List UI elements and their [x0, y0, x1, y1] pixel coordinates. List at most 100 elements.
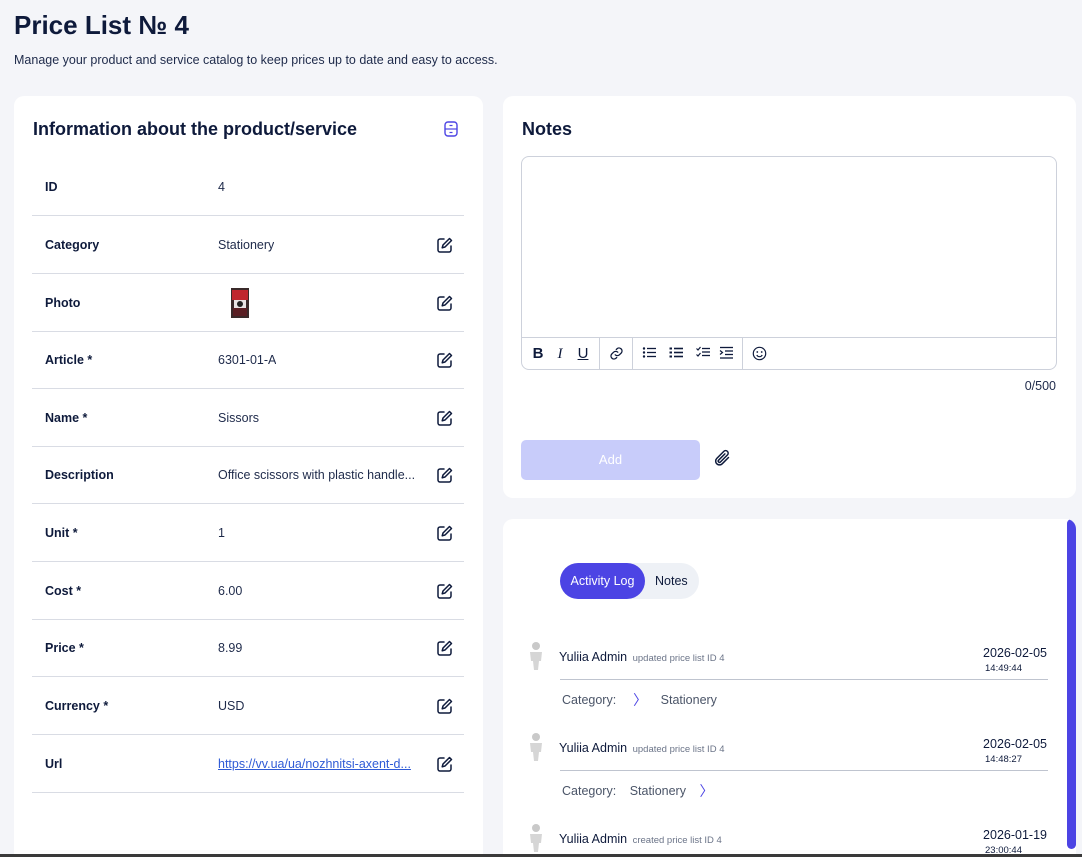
avatar: [527, 732, 545, 762]
change-old: Stationery: [629, 784, 686, 798]
chevron-right-icon: 〉: [633, 692, 648, 708]
divider: [560, 770, 1048, 771]
notes-title: Notes: [522, 119, 573, 139]
row-label: Description: [45, 467, 114, 482]
edit-icon[interactable]: [436, 582, 454, 600]
toolbar-divider: [742, 338, 743, 370]
row-label: Unit *: [45, 525, 78, 540]
notes-card: Notes B I U 0/500 Add: [503, 96, 1076, 498]
notes-editor: B I U: [521, 156, 1057, 370]
row-value: Stationery: [218, 237, 275, 252]
emoji-icon[interactable]: [749, 344, 769, 364]
log-change: Category: 〉 Stationery: [562, 690, 717, 710]
edit-icon[interactable]: [436, 409, 454, 427]
edit-icon[interactable]: [436, 351, 454, 369]
row-description: Description Office scissors with plastic…: [32, 446, 464, 504]
log-user: Yuliia Admin created price list ID 4: [559, 832, 722, 846]
row-name: Name * Sissors: [32, 389, 464, 447]
tab-activity-log[interactable]: Activity Log: [560, 563, 645, 599]
bold-button[interactable]: B: [528, 344, 548, 364]
row-label: Category: [45, 237, 100, 252]
edit-icon[interactable]: [436, 755, 454, 773]
row-value: USD: [218, 698, 245, 713]
row-unit: Unit * 1: [32, 504, 464, 562]
product-photo[interactable]: [231, 287, 249, 318]
char-counter: 0/500: [1024, 379, 1056, 393]
log-user: Yuliia Admin updated price list ID 4: [559, 650, 724, 664]
collapse-icon[interactable]: [444, 121, 458, 137]
row-cost: Cost * 6.00: [32, 562, 464, 620]
change-field: Category:: [562, 693, 617, 707]
row-category: Category Stationery: [32, 216, 464, 274]
edit-icon[interactable]: [436, 294, 454, 312]
row-value: 1: [218, 525, 225, 540]
paperclip-icon[interactable]: [713, 448, 733, 468]
row-label: Article *: [45, 352, 93, 367]
user-name: Yuliia Admin: [559, 650, 628, 664]
numbered-list-icon[interactable]: [666, 344, 686, 364]
log-date: 2026-02-05: [983, 737, 1047, 751]
tab-notes[interactable]: Notes: [655, 563, 688, 599]
avatar: [527, 823, 545, 853]
row-value: Sissors: [218, 410, 259, 425]
log-time: 14:48:27: [985, 754, 1022, 765]
activity-card: Activity Log Notes Yuliia Admin updated …: [503, 519, 1076, 857]
add-note-button[interactable]: Add: [521, 440, 700, 480]
row-label: Currency *: [45, 698, 109, 713]
user-name: Yuliia Admin: [559, 741, 628, 755]
toolbar-divider: [632, 338, 633, 370]
product-info-card: Information about the product/service ID…: [14, 96, 483, 857]
activity-tabs: Activity Log Notes: [560, 563, 699, 599]
edit-icon[interactable]: [436, 524, 454, 542]
chevron-right-icon: 〉: [699, 783, 714, 799]
row-label: Cost *: [45, 583, 82, 598]
row-value: 6.00: [218, 583, 243, 598]
underline-button[interactable]: U: [573, 344, 593, 364]
row-article: Article * 6301-01-A: [32, 331, 464, 389]
log-action: created price list ID 4: [632, 835, 722, 846]
row-value: 6301-01-A: [218, 352, 277, 367]
log-date: 2026-02-05: [983, 646, 1047, 660]
row-price: Price * 8.99: [32, 619, 464, 677]
log-user: Yuliia Admin updated price list ID 4: [559, 741, 724, 755]
notes-textarea[interactable]: [522, 157, 1056, 337]
row-photo: Photo: [32, 274, 464, 332]
italic-button[interactable]: I: [550, 344, 570, 364]
log-date: 2026-01-19: [983, 828, 1047, 842]
toolbar-divider: [599, 338, 600, 370]
change-new: Stationery: [660, 693, 717, 707]
row-label: ID: [45, 179, 58, 194]
page-subtitle: Manage your product and service catalog …: [14, 53, 498, 67]
log-action: updated price list ID 4: [632, 653, 725, 664]
row-value: 8.99: [218, 640, 243, 655]
editor-toolbar: B I U: [522, 337, 1056, 370]
row-value: Office scissors with plastic handle...: [218, 467, 416, 482]
link-icon[interactable]: [606, 344, 626, 364]
url-link[interactable]: https://vv.ua/ua/nozhnitsi-axent-d...: [218, 757, 411, 771]
row-label: Name *: [45, 410, 88, 425]
checklist-icon[interactable]: [693, 344, 713, 364]
row-url: Url https://vv.ua/ua/nozhnitsi-axent-d..…: [32, 735, 464, 793]
row-label: Url: [45, 756, 63, 771]
indent-icon[interactable]: [716, 344, 736, 364]
change-field: Category:: [562, 784, 617, 798]
row-currency: Currency * USD: [32, 677, 464, 735]
row-id: ID 4: [32, 158, 464, 216]
log-time: 14:49:44: [985, 663, 1022, 674]
edit-icon[interactable]: [436, 639, 454, 657]
edit-icon[interactable]: [436, 466, 454, 484]
info-card-title: Information about the product/service: [33, 119, 358, 139]
row-value: 4: [218, 179, 225, 194]
row-label: Price *: [45, 640, 84, 655]
log-change: Category: Stationery 〉: [562, 781, 727, 801]
page-title: Price List № 4: [14, 10, 189, 40]
divider: [560, 679, 1048, 680]
log-action: updated price list ID 4: [632, 744, 725, 755]
bullet-list-icon[interactable]: [639, 344, 659, 364]
row-label: Photo: [45, 295, 81, 310]
scrollbar[interactable]: [1067, 519, 1076, 849]
edit-icon[interactable]: [436, 236, 454, 254]
avatar: [527, 641, 545, 671]
edit-icon[interactable]: [436, 697, 454, 715]
user-name: Yuliia Admin: [559, 832, 628, 846]
